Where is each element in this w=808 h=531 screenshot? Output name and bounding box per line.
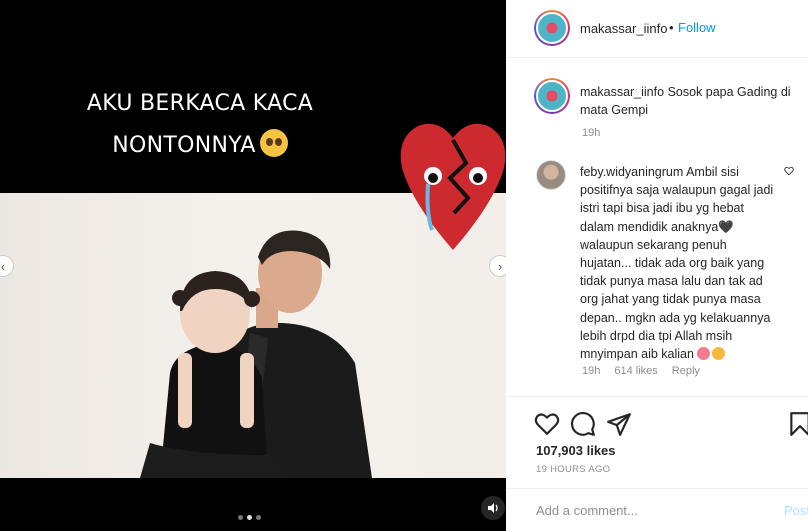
comment-time: 19h (582, 365, 601, 377)
carousel-dot (247, 515, 252, 520)
carousel-dot (238, 515, 243, 520)
next-slide-button[interactable]: › (489, 255, 506, 277)
smiling-emoji (712, 347, 726, 361)
audio-icon (487, 503, 498, 513)
caption-time: 19h (582, 127, 601, 139)
post-timestamp: 19 HOURS AGO (536, 464, 611, 475)
post-header: makassar_iinfo • Follow (506, 0, 808, 58)
post-comment-button[interactable]: Post (784, 503, 808, 518)
add-comment-bar: Add a comment... Post (506, 488, 808, 531)
chevron-right-icon: › (497, 258, 503, 274)
carousel-indicator (238, 515, 261, 520)
carousel-dot (256, 515, 261, 520)
caption-text: makassar_iinfo Sosok papa Gading di mata… (580, 83, 798, 119)
broken-heart-icon (400, 123, 506, 250)
share-icon[interactable] (606, 411, 632, 437)
avatar[interactable] (536, 160, 566, 190)
caption-username[interactable]: makassar_iinfo (580, 85, 664, 99)
avatar[interactable] (534, 10, 570, 46)
heart-icon[interactable] (534, 411, 560, 437)
post-media[interactable]: AKU BERKACA KACA NONTONNYA ‹ › (0, 0, 506, 531)
comment-icon[interactable] (570, 411, 596, 437)
heart-eyes-emoji (697, 347, 711, 361)
author-username[interactable]: makassar_iinfo (580, 21, 667, 36)
audio-toggle-button[interactable] (481, 496, 505, 520)
bookmark-icon[interactable] (787, 411, 808, 437)
comment-body: Ambil sisi positifnya saja walaupun gaga… (580, 165, 774, 362)
overlay-text-line1: AKU BERKACA KACA (86, 91, 314, 116)
comment-likes[interactable]: 614 likes (614, 365, 657, 377)
heart-icon (784, 166, 794, 176)
like-count[interactable]: 107,903 likes (536, 443, 616, 458)
video-bottom-band (0, 478, 506, 531)
reply-button[interactable]: Reply (672, 365, 700, 377)
overlay-text-line2: NONTONNYA (0, 129, 400, 158)
follow-button[interactable]: Follow (678, 20, 716, 35)
comment-text: feby.widyaningrum Ambil sisi positifnya … (580, 163, 780, 363)
separator-dot: • (669, 20, 674, 35)
post-details-panel: makassar_iinfo • Follow makassar_iinfo S… (506, 0, 808, 531)
avatar[interactable] (534, 78, 570, 114)
comment-input[interactable]: Add a comment... (536, 503, 638, 518)
chevron-left-icon: ‹ (0, 258, 6, 274)
pleading-face-emoji (259, 129, 288, 157)
comment-like-button[interactable] (784, 166, 794, 179)
comment-username[interactable]: feby.widyaningrum (580, 165, 683, 179)
comment-meta: 19h 614 likes Reply (582, 365, 700, 377)
